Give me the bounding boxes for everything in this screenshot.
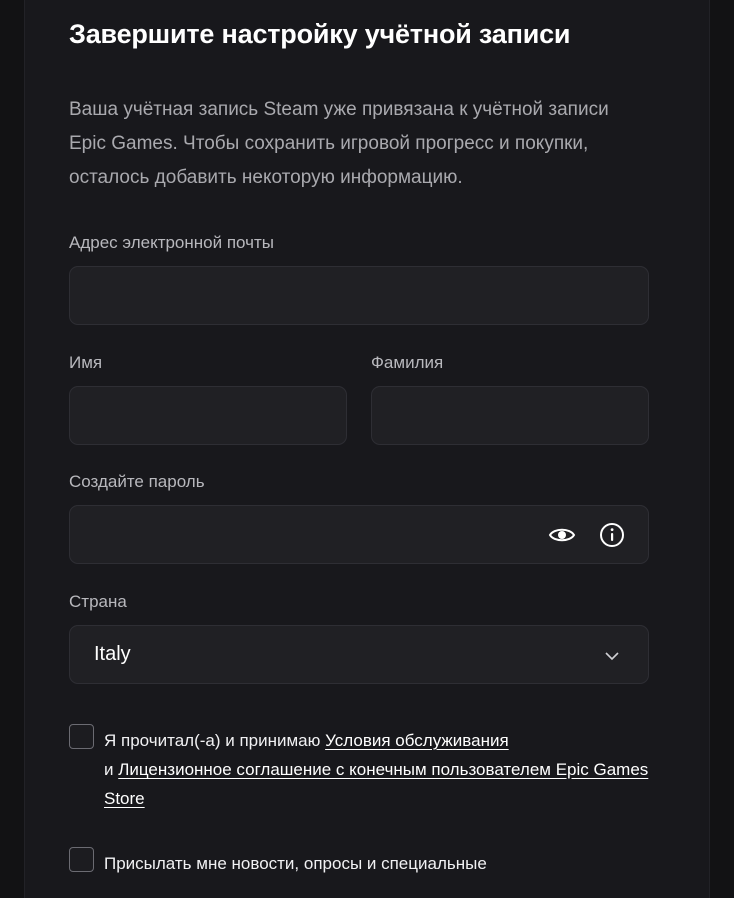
country-selected-value: Italy <box>94 643 131 665</box>
last-name-label: Фамилия <box>371 353 444 372</box>
terms-row: Я прочитал(-а) и принимаю Условия обслуж… <box>69 724 649 814</box>
first-name-field[interactable] <box>70 387 346 444</box>
terms-text: Я прочитал(-а) и принимаю Условия обслуж… <box>104 726 649 813</box>
terms-and: и <box>104 760 119 779</box>
eula-link[interactable]: Лицензионное соглашение с конечным польз… <box>104 760 648 808</box>
page-description: Ваша учётная запись Steam уже привязана … <box>69 99 609 188</box>
country-select[interactable]: Italy <box>69 625 649 684</box>
password-field-container <box>69 505 649 564</box>
terms-prefix: Я прочитал(-а) и принимаю <box>104 731 326 750</box>
eye-icon[interactable] <box>548 521 576 549</box>
terms-of-service-link[interactable]: Условия обслуживания <box>325 731 509 750</box>
first-name-label: Имя <box>69 353 103 372</box>
info-icon[interactable] <box>598 521 626 549</box>
email-label: Адрес электронной почты <box>69 233 274 252</box>
last-name-field[interactable] <box>372 387 648 444</box>
page-title: Завершите настройку учётной записи <box>69 19 571 49</box>
newsletter-row: Присылать мне новости, опросы и специаль… <box>69 847 649 887</box>
email-field[interactable] <box>70 267 648 324</box>
newsletter-checkbox[interactable] <box>69 847 94 872</box>
first-name-field-container <box>69 386 347 445</box>
last-name-field-container <box>371 386 649 445</box>
chevron-down-icon <box>604 648 620 664</box>
terms-checkbox[interactable] <box>69 724 94 749</box>
country-label: Страна <box>69 592 127 611</box>
newsletter-text: Присылать мне новости, опросы и специаль… <box>104 854 487 873</box>
email-field-container <box>69 266 649 325</box>
password-label: Создайте пароль <box>69 472 205 491</box>
